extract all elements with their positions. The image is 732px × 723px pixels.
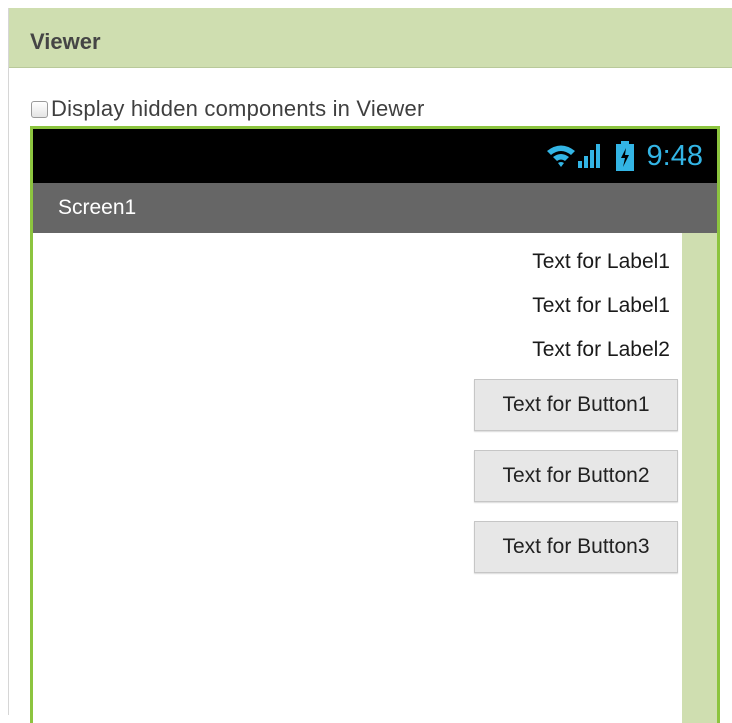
signal-icon xyxy=(577,144,600,168)
screen-content: Text for Label1 Text for Label1 Text for… xyxy=(33,233,717,723)
hidden-components-checkbox[interactable] xyxy=(31,100,48,118)
button3[interactable]: Text for Button3 xyxy=(474,521,678,573)
screen-title: Screen1 xyxy=(58,196,137,219)
screen-title-bar: Screen1 xyxy=(33,183,717,233)
viewer-panel: Viewer Display hidden components in View… xyxy=(8,8,732,723)
label1[interactable]: Text for Label1 xyxy=(532,250,670,274)
hidden-components-label[interactable]: Display hidden components in Viewer xyxy=(51,96,424,122)
status-time: 9:48 xyxy=(646,139,703,172)
wifi-icon xyxy=(546,145,575,167)
screen-scrollbar[interactable] xyxy=(682,233,717,723)
battery-charging-icon xyxy=(615,141,634,171)
phone-preview: 9:48 Screen1 Text for Label1 Text for La… xyxy=(30,126,720,723)
status-icons: 9:48 xyxy=(545,129,703,183)
button2[interactable]: Text for Button2 xyxy=(474,450,678,502)
label2[interactable]: Text for Label2 xyxy=(532,338,670,362)
viewer-header: Viewer xyxy=(9,8,732,68)
label1-copy[interactable]: Text for Label1 xyxy=(532,294,670,318)
button1[interactable]: Text for Button1 xyxy=(474,379,678,431)
hidden-components-option[interactable]: Display hidden components in Viewer xyxy=(31,96,424,122)
status-bar: 9:48 xyxy=(33,129,717,183)
viewer-title: Viewer xyxy=(30,29,101,54)
